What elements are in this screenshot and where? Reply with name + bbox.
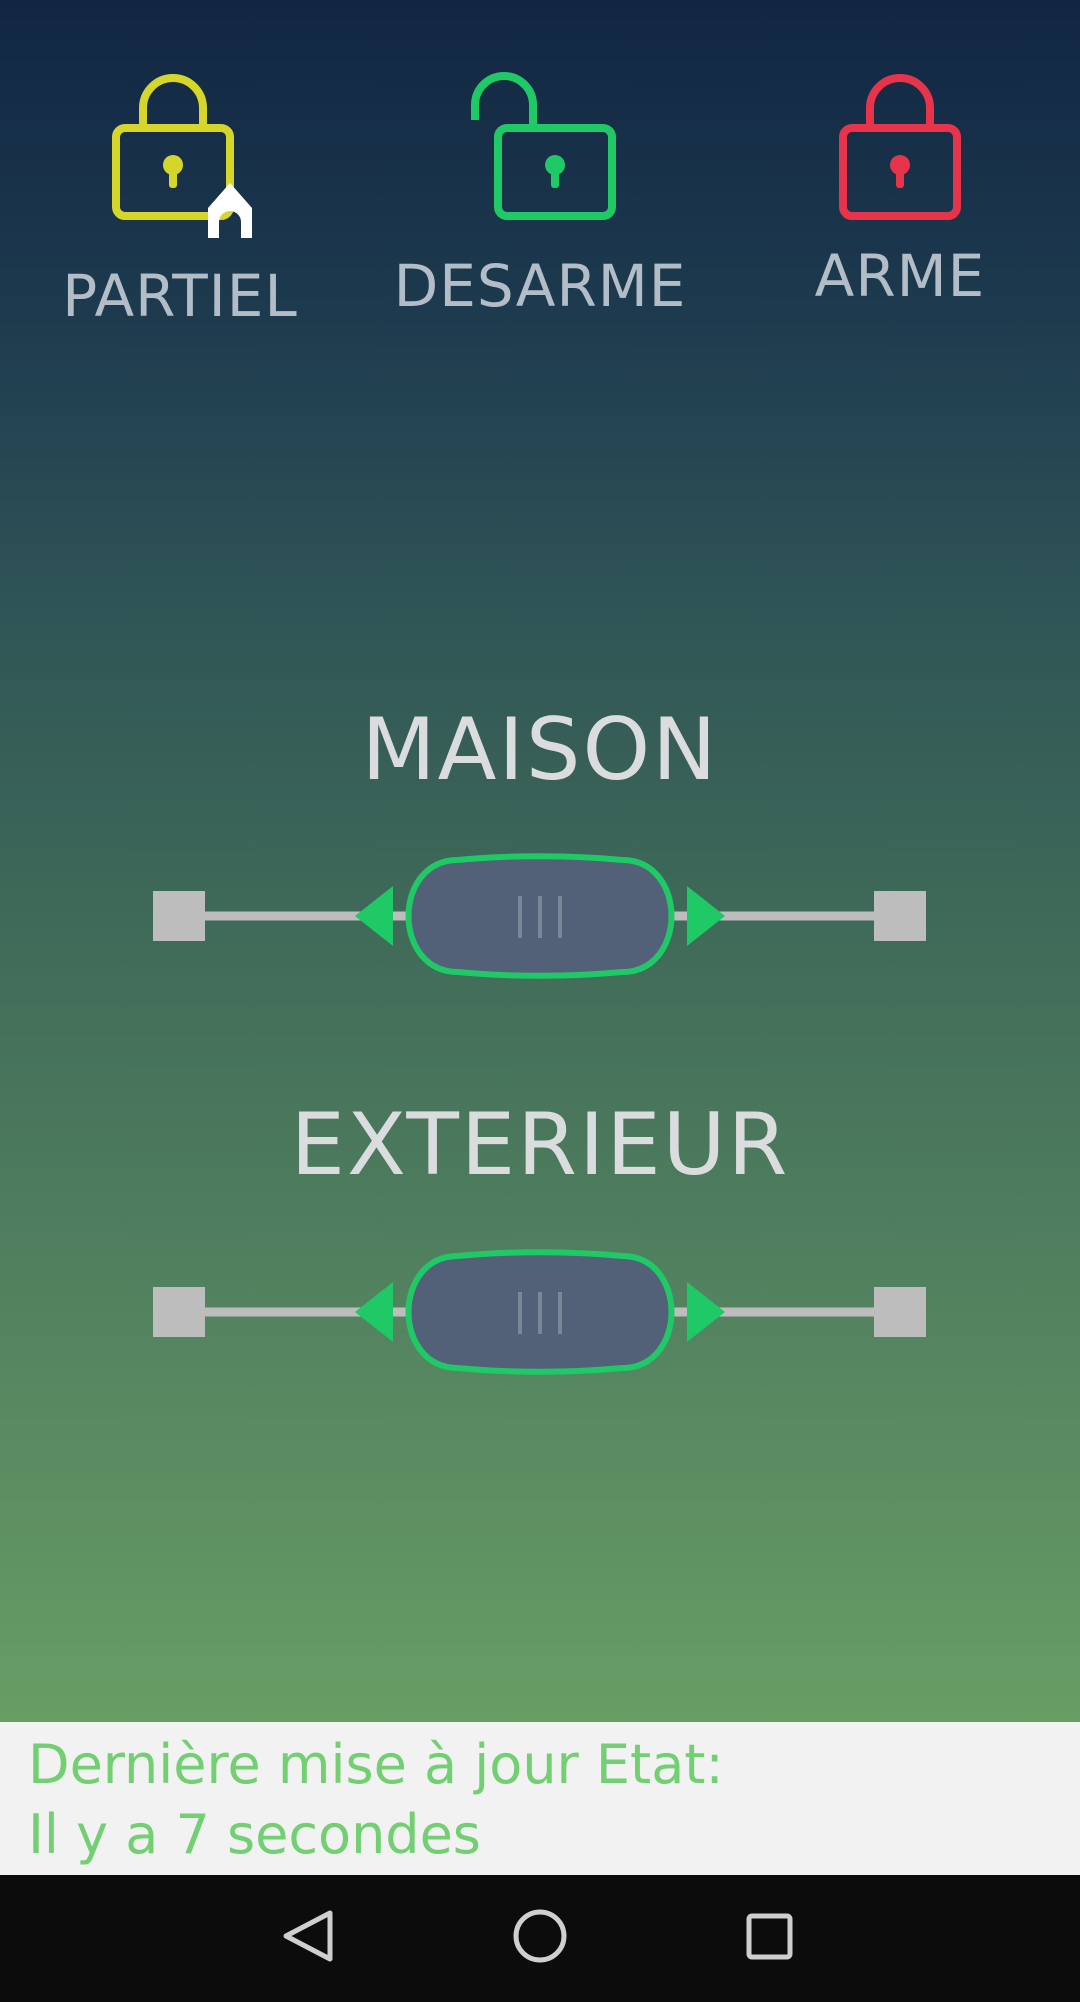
nav-recents-button[interactable] <box>709 1875 829 1998</box>
padlock-open-icon <box>471 72 616 220</box>
zone-slider-exterieur[interactable] <box>0 1242 1080 1382</box>
mode-desarme-label: DESARME <box>393 252 687 320</box>
arrow-right-icon <box>687 1282 725 1342</box>
slider-left-end-stop[interactable] <box>153 1287 205 1337</box>
status-panel: Dernière mise à jour Etat: Il y a 7 seco… <box>0 1722 1080 1875</box>
zone-title-maison: MAISON <box>361 700 719 800</box>
mode-arme-label: ARME <box>814 242 986 310</box>
zone-slider-maison[interactable] <box>0 846 1080 986</box>
slider-right-end-stop[interactable] <box>874 891 926 941</box>
status-elapsed-time: Il y a 7 secondes <box>28 1803 481 1866</box>
mode-partiel-label: PARTIEL <box>62 262 298 330</box>
nav-back-button[interactable] <box>250 1875 370 1998</box>
arrow-left-icon <box>355 886 393 946</box>
home-circle-icon <box>513 1909 567 1963</box>
slider-left-end-stop[interactable] <box>153 891 205 941</box>
system-navigation-bar <box>0 1875 1080 1998</box>
arrow-left-icon <box>355 1282 393 1342</box>
alarm-app-screen: PARTIEL DESARME ARME MAISON EXTERIEUR <box>0 0 1080 1722</box>
slider-right-end-stop[interactable] <box>874 1287 926 1337</box>
mode-desarme-button[interactable]: DESARME <box>390 70 690 330</box>
mode-arme-button[interactable]: ARME <box>750 70 1050 330</box>
back-triangle-icon <box>283 1910 333 1962</box>
recents-square-icon <box>746 1913 793 1960</box>
mode-partiel-button[interactable]: PARTIEL <box>30 70 330 330</box>
nav-home-button[interactable] <box>480 1875 600 1998</box>
status-last-update-label: Dernière mise à jour Etat: <box>28 1733 724 1796</box>
padlock-closed-icon <box>839 74 961 220</box>
arrow-right-icon <box>687 886 725 946</box>
zone-title-exterieur: EXTERIEUR <box>290 1095 790 1195</box>
padlock-closed-home-icon <box>112 74 252 238</box>
